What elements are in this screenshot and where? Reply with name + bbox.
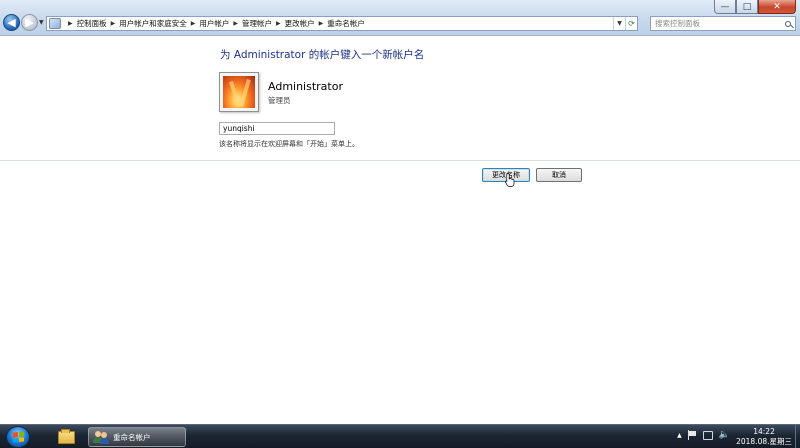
- search-icon[interactable]: [781, 17, 795, 30]
- maximize-button[interactable]: □: [736, 0, 758, 14]
- back-arrow-icon: ◀: [7, 16, 16, 29]
- taskbar-rename-account-window[interactable]: 重命名帐户: [88, 427, 186, 447]
- account-role: 管理员: [268, 96, 291, 105]
- forward-arrow-icon: ▶: [25, 16, 34, 29]
- taskbar-window-label: 重命名帐户: [113, 432, 151, 442]
- account-name: Administrator: [268, 80, 343, 93]
- breadcrumb-separator-icon[interactable]: ▶: [276, 20, 281, 27]
- breadcrumb-item-manage-accounts[interactable]: 管理帐户: [242, 18, 272, 29]
- breadcrumb-item-user-accounts-family-safety[interactable]: 用户帐户和家庭安全: [119, 18, 187, 29]
- show-hidden-icons-icon[interactable]: ▲: [677, 432, 682, 439]
- breadcrumb-separator-icon[interactable]: ▶: [233, 20, 238, 27]
- recent-pages-dropdown-icon[interactable]: ▼: [39, 19, 44, 26]
- volume-icon[interactable]: 🔈: [719, 430, 730, 440]
- clock-time: 14:22: [753, 427, 775, 436]
- name-usage-note: 该名称将显示在欢迎屏幕和「开始」菜单上。: [219, 140, 359, 148]
- search-input[interactable]: 搜索控制面板: [655, 18, 781, 29]
- forward-button[interactable]: ▶: [21, 14, 38, 31]
- user-accounts-icon: [93, 430, 109, 444]
- close-button[interactable]: ✕: [758, 0, 796, 14]
- breadcrumb-item-change-account[interactable]: 更改帐户: [285, 18, 315, 29]
- minimize-button[interactable]: —: [714, 0, 736, 14]
- breadcrumb-item-rename-account[interactable]: 重命名帐户: [327, 18, 365, 29]
- search-box[interactable]: 搜索控制面板: [650, 16, 796, 31]
- breadcrumb-separator-icon[interactable]: ▶: [68, 20, 73, 27]
- navigation-buttons: ◀ ▶ ▼: [3, 14, 44, 31]
- new-account-name-input[interactable]: [219, 122, 335, 135]
- address-bar-actions: ▼ ⟳: [613, 17, 637, 30]
- window-chrome: — □ ✕ ◀ ▶ ▼ ▶ 控制面板 ▶ 用户帐户和家庭安全 ▶ 用户帐户 ▶ …: [0, 0, 800, 36]
- mouse-pointer-icon: [505, 173, 515, 187]
- windows-logo-icon: [12, 431, 24, 443]
- divider: [0, 160, 800, 161]
- breadcrumb-separator-icon[interactable]: ▶: [319, 20, 324, 27]
- avatar: [219, 72, 259, 112]
- breadcrumb-separator-icon[interactable]: ▶: [111, 20, 116, 27]
- refresh-icon[interactable]: ⟳: [625, 17, 637, 30]
- cancel-button[interactable]: 取消: [536, 168, 582, 182]
- control-panel-icon: [49, 18, 61, 29]
- flower-picture-icon: [223, 76, 255, 108]
- clock[interactable]: 14:22 2018.08.星期三: [736, 427, 792, 447]
- folder-icon: [57, 428, 75, 444]
- breadcrumb-item-control-panel[interactable]: 控制面板: [77, 18, 107, 29]
- taskbar-explorer-button[interactable]: [52, 427, 80, 447]
- breadcrumb-separator-icon[interactable]: ▶: [191, 20, 196, 27]
- address-dropdown-icon[interactable]: ▼: [613, 17, 625, 30]
- system-tray: ▲ 🔈: [677, 430, 730, 440]
- back-button[interactable]: ◀: [3, 14, 20, 31]
- clock-date: 2018.08.星期三: [736, 437, 792, 446]
- show-desktop-button[interactable]: [795, 425, 800, 448]
- window-controls: — □ ✕: [714, 0, 796, 14]
- address-bar[interactable]: ▶ 控制面板 ▶ 用户帐户和家庭安全 ▶ 用户帐户 ▶ 管理帐户 ▶ 更改帐户 …: [46, 16, 638, 31]
- network-icon[interactable]: [702, 430, 713, 440]
- page-title: 为 Administrator 的帐户键入一个新帐户名: [220, 49, 425, 61]
- start-button[interactable]: [6, 426, 30, 448]
- breadcrumb-item-user-accounts[interactable]: 用户帐户: [199, 18, 229, 29]
- taskbar: 重命名帐户 ▲ 🔈 14:22 2018.08.星期三: [0, 424, 800, 448]
- action-center-flag-icon[interactable]: [687, 430, 697, 440]
